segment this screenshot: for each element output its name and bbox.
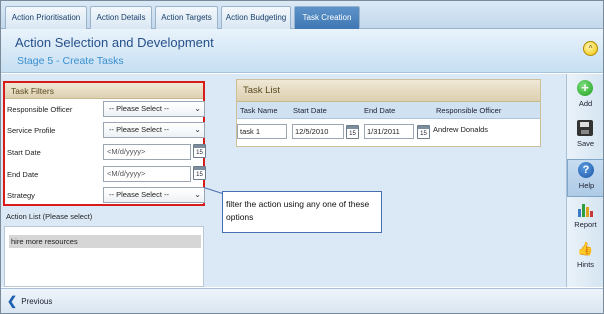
add-button[interactable]: + Add — [567, 78, 603, 116]
save-icon — [577, 120, 593, 136]
start-date-input[interactable]: <M/d/yyyy> — [103, 144, 191, 160]
table-row: task 1 12/5/2010 15 1/31/2011 15 Andrew … — [237, 119, 540, 145]
task-list-heading: Task List — [237, 80, 540, 102]
calendar-icon[interactable]: 15 — [346, 125, 359, 139]
chevron-left-icon: ❮ — [7, 294, 18, 308]
strategy-value: -- Please Select -- — [109, 190, 170, 199]
calendar-day: 15 — [196, 172, 203, 178]
report-label: Report — [574, 220, 597, 229]
action-list-label: Action List (Please select) — [6, 212, 93, 221]
chevron-down-icon: ⌄ — [194, 104, 201, 113]
strategy-select[interactable]: -- Please Select -- ⌄ — [103, 187, 205, 203]
column-header-end-date: End Date — [364, 106, 396, 115]
action-list[interactable]: hire more resources — [4, 226, 204, 287]
previous-label: Previous — [21, 297, 53, 306]
start-date-label: Start Date — [7, 148, 41, 157]
responsible-officer-row: Responsible Officer -- Please Select -- … — [5, 100, 205, 118]
annotation-callout: filter the action using any one of these… — [222, 191, 382, 233]
end-date-row: End Date <M/d/yyyy> 15 — [5, 165, 206, 183]
task-name-input[interactable]: task 1 — [237, 124, 287, 139]
strategy-label: Strategy — [7, 191, 35, 200]
calendar-icon[interactable]: 15 — [193, 144, 206, 158]
column-header-responsible-officer: Responsible Officer — [436, 106, 502, 115]
task-start-date-input[interactable]: 12/5/2010 — [292, 124, 344, 139]
list-item[interactable]: hire more resources — [9, 235, 201, 248]
service-profile-value: -- Please Select -- — [109, 125, 170, 134]
report-icon — [577, 201, 593, 217]
calendar-day: 15 — [196, 150, 203, 156]
page-header: Action Selection and Development Stage 5… — [1, 29, 603, 73]
save-button[interactable]: Save — [567, 118, 603, 156]
tab-bar: Action Prioritisation Action Details Act… — [1, 1, 603, 29]
calendar-icon[interactable]: 15 — [193, 166, 206, 180]
chevron-up-icon[interactable]: ^ — [583, 41, 598, 56]
chevron-down-icon: ⌄ — [194, 125, 201, 134]
end-date-input[interactable]: <M/d/yyyy> — [103, 166, 191, 182]
help-icon: ? — [578, 162, 594, 178]
tab-action-prioritisation[interactable]: Action Prioritisation — [5, 6, 87, 29]
calendar-day: 15 — [349, 131, 356, 137]
tab-task-creation[interactable]: Task Creation — [294, 6, 360, 29]
service-profile-row: Service Profile -- Please Select -- ⌄ — [5, 121, 205, 139]
responsible-officer-value: -- Please Select -- — [109, 104, 170, 113]
service-profile-select[interactable]: -- Please Select -- ⌄ — [103, 122, 205, 138]
help-button[interactable]: ? Help — [567, 159, 603, 197]
tab-action-budgeting[interactable]: Action Budgeting — [221, 6, 291, 29]
task-filters-panel: Task Filters Responsible Officer -- Plea… — [3, 81, 206, 206]
column-header-task-name: Task Name — [240, 106, 278, 115]
column-header-start-date: Start Date — [293, 106, 327, 115]
footer-bar: ❮ Previous — [1, 288, 603, 313]
page-title: Action Selection and Development — [15, 35, 214, 50]
add-icon: + — [577, 80, 593, 96]
app-window: Action Prioritisation Action Details Act… — [0, 0, 604, 314]
report-button[interactable]: Report — [567, 199, 603, 237]
task-end-date-input[interactable]: 1/31/2011 — [364, 124, 414, 139]
calendar-day: 15 — [420, 131, 427, 137]
tab-action-targets[interactable]: Action Targets — [155, 6, 218, 29]
calendar-icon[interactable]: 15 — [417, 125, 430, 139]
chevron-down-icon: ⌄ — [194, 190, 201, 199]
end-date-label: End Date — [7, 170, 39, 179]
task-responsible-officer: Andrew Donalds — [433, 125, 489, 134]
responsible-officer-select[interactable]: -- Please Select -- ⌄ — [103, 101, 205, 117]
thumbs-up-icon: 👍 — [577, 241, 594, 256]
service-profile-label: Service Profile — [7, 126, 56, 135]
right-toolbar: + Add Save ? Help Report 👍 Hints — [566, 74, 603, 287]
hints-label: Hints — [576, 260, 595, 269]
start-date-row: Start Date <M/d/yyyy> 15 — [5, 143, 206, 161]
help-label: Help — [578, 181, 595, 190]
strategy-row: Strategy -- Please Select -- ⌄ — [5, 186, 205, 204]
table-header: Task Name Start Date End Date Responsibl… — [237, 102, 540, 119]
task-list-panel: Task List Task Name Start Date End Date … — [236, 79, 541, 147]
add-label: Add — [578, 99, 593, 108]
page-subtitle: Stage 5 - Create Tasks — [17, 55, 124, 67]
task-filters-heading: Task Filters — [5, 83, 203, 99]
save-label: Save — [576, 139, 595, 148]
responsible-officer-label: Responsible Officer — [7, 105, 73, 114]
hints-button[interactable]: 👍 Hints — [567, 239, 603, 277]
previous-button[interactable]: ❮ Previous — [7, 294, 52, 309]
tab-action-details[interactable]: Action Details — [90, 6, 152, 29]
